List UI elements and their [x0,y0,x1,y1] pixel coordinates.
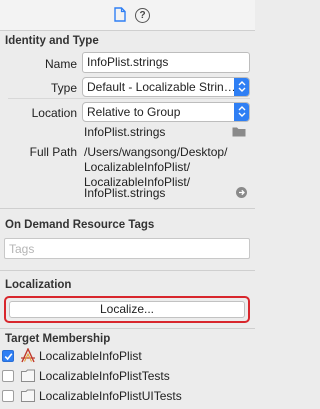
folder-icon[interactable] [232,126,246,137]
localization-section-header: Localization [5,279,72,291]
reveal-in-finder-icon[interactable] [236,187,247,198]
test-bundle-icon [21,369,35,382]
target-row: LocalizableInfoPlistUITests [0,387,255,407]
section-divider [0,270,255,271]
localize-button[interactable]: Localize... [9,301,245,318]
location-popup[interactable]: Relative to Group [82,102,250,122]
identity-divider [8,98,250,99]
name-field[interactable]: InfoPlist.strings [82,52,250,73]
quick-help-icon[interactable]: ? [135,8,150,23]
full-path-line: /Users/wangsong/Desktop/ [84,145,228,159]
location-filename: InfoPlist.strings [84,125,166,139]
on-demand-section-header: On Demand Resource Tags [5,219,155,231]
target-label: LocalizableInfoPlist [39,349,142,363]
full-path-label: Full Path [29,145,77,159]
type-popup[interactable]: Default - Localizable Strin… [82,77,250,97]
identity-section-header: Identity and Type [5,35,99,47]
test-bundle-icon [21,389,35,402]
full-path-line: LocalizableInfoPlist/ [84,160,191,174]
localize-button-highlight: Localize... [4,296,250,323]
target-checkbox[interactable] [2,350,14,362]
type-popup-value: Default - Localizable Strin… [87,80,236,94]
location-popup-value: Relative to Group [87,105,181,119]
full-path-line: InfoPlist.strings [84,186,166,200]
file-inspector-icon[interactable] [114,7,126,22]
section-divider [0,208,255,209]
inspector-tab-bar: ? [0,0,255,31]
location-label: Location [31,106,77,120]
target-label: LocalizableInfoPlistUITests [39,389,182,403]
type-label: Type [50,81,77,95]
target-checkbox[interactable] [2,370,14,382]
app-target-icon [21,348,35,363]
target-checkbox[interactable] [2,390,14,402]
target-row: LocalizableInfoPlist [0,347,255,367]
chevron-up-down-icon [234,103,249,121]
name-label: Name [44,57,77,71]
target-row: LocalizableInfoPlistTests [0,367,255,387]
target-membership-section-header: Target Membership [5,333,111,345]
tags-placeholder: Tags [9,242,35,256]
chevron-up-down-icon [234,78,249,96]
target-label: LocalizableInfoPlistTests [39,369,170,383]
tags-input[interactable]: Tags [4,238,250,259]
